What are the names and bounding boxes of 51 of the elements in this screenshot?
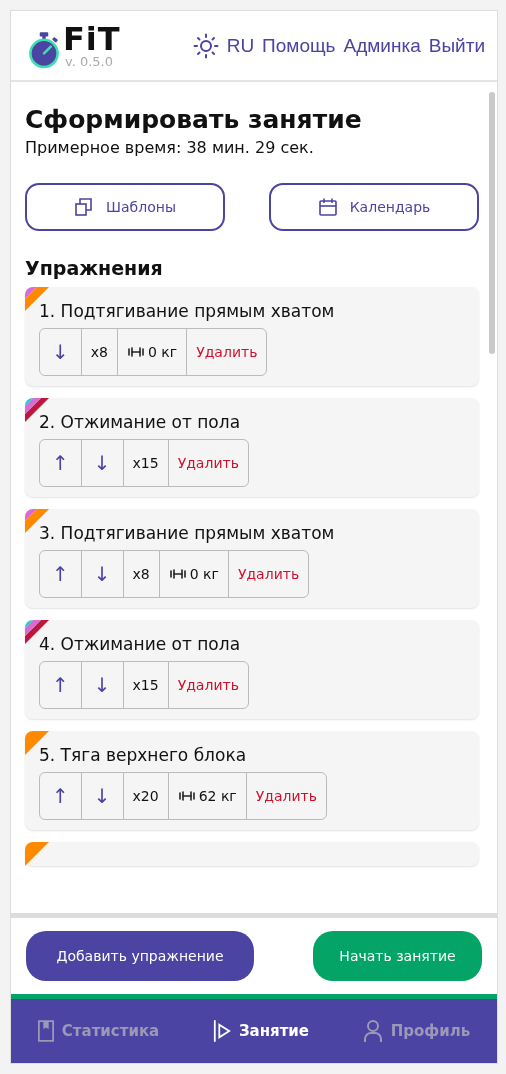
- delete-button[interactable]: Удалить: [168, 662, 248, 708]
- reps-button[interactable]: x8: [81, 329, 118, 375]
- move-down-button[interactable]: ↓: [81, 662, 124, 708]
- stopwatch-icon: [27, 30, 61, 69]
- section-heading: Упражнения: [25, 257, 164, 279]
- move-up-button[interactable]: ↑: [40, 773, 82, 819]
- delete-button[interactable]: Удалить: [168, 440, 248, 486]
- weight-button[interactable]: 62 кг: [168, 773, 247, 819]
- dumbbell-icon: [177, 791, 196, 801]
- delete-button[interactable]: Удалить: [228, 551, 309, 597]
- calendar-button[interactable]: Календарь: [269, 183, 479, 231]
- weight-button[interactable]: 0 кг: [117, 329, 188, 375]
- delete-button[interactable]: Удалить: [246, 773, 326, 819]
- version-label: v. 0.5.0: [65, 54, 115, 69]
- move-down-button[interactable]: ↓: [81, 440, 124, 486]
- exercise-title: 4. Отжимание от пола: [39, 634, 242, 654]
- dumbbell-icon: [168, 569, 187, 579]
- reps-button[interactable]: x15: [123, 440, 169, 486]
- nav-tab[interactable]: Занятие: [206, 1018, 316, 1044]
- templates-button[interactable]: Шаблоны: [25, 183, 225, 231]
- move-up-button[interactable]: ↑: [40, 662, 82, 708]
- page-title: Сформировать занятие: [25, 104, 363, 136]
- reps-button[interactable]: x20: [123, 773, 169, 819]
- copy-icon: [74, 197, 95, 217]
- dumbbell-icon: [126, 347, 145, 357]
- header-link[interactable]: Выйти: [428, 34, 485, 57]
- book-icon: [37, 1020, 54, 1042]
- scrollbar-thumb[interactable]: [489, 92, 495, 354]
- exercise-title: 3. Подтягивание прямым хватом: [39, 523, 336, 543]
- user-icon: [362, 1019, 383, 1043]
- header-link[interactable]: Помощь: [262, 34, 336, 57]
- move-down-button[interactable]: ↓: [81, 551, 124, 597]
- theme-toggle-icon[interactable]: [192, 32, 219, 59]
- exercise-title: 5. Тяга верхнего блока: [39, 745, 248, 765]
- move-up-button[interactable]: ↑: [40, 551, 82, 597]
- delete-button[interactable]: Удалить: [187, 329, 267, 375]
- move-down-button[interactable]: ↓: [81, 773, 124, 819]
- add-exercise-button[interactable]: Добавить упражнение: [26, 931, 254, 981]
- move-up-button[interactable]: ↑: [40, 440, 82, 486]
- header-link[interactable]: RU: [226, 34, 255, 57]
- play-icon: [212, 1019, 231, 1043]
- exercise-title: 1. Подтягивание прямым хватом: [39, 301, 336, 321]
- logo-text: FiT: [63, 22, 121, 55]
- weight-button[interactable]: 0 кг: [159, 551, 229, 597]
- calendar-icon: [317, 197, 338, 217]
- estimated-time: Примерное время: 38 мин. 29 сек.: [25, 138, 315, 157]
- reps-button[interactable]: x8: [123, 551, 160, 597]
- move-down-button[interactable]: ↓: [40, 329, 82, 375]
- exercise-title: 2. Отжимание от пола: [39, 412, 242, 432]
- reps-button[interactable]: x15: [123, 662, 169, 708]
- header-link[interactable]: Админка: [343, 34, 421, 57]
